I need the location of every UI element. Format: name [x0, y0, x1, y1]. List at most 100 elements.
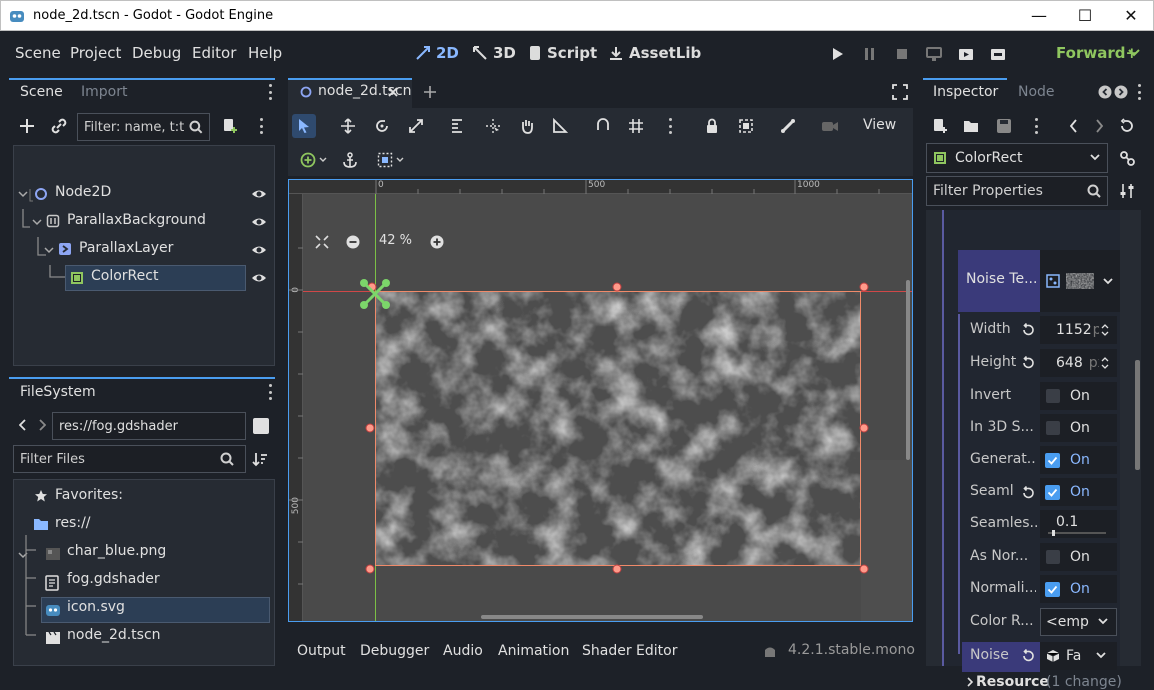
- menu-editor[interactable]: Editor: [192, 44, 236, 62]
- instance-scene-icon[interactable]: [51, 118, 67, 134]
- attach-script-icon[interactable]: [222, 118, 238, 134]
- prop-in3d-toggle[interactable]: On: [1040, 414, 1117, 442]
- spinner-arrows-icon[interactable]: [1101, 356, 1109, 370]
- save-icon[interactable]: [996, 118, 1012, 134]
- minimize-button[interactable]: —: [1028, 5, 1050, 27]
- view-menu[interactable]: View: [863, 117, 896, 133]
- scene-dock-menu-icon[interactable]: [268, 84, 272, 100]
- tab-import[interactable]: Import: [81, 84, 127, 100]
- renderer-selector[interactable]: Forward+: [1056, 44, 1138, 62]
- mode-3d-button[interactable]: 3D: [472, 44, 516, 62]
- play-icon[interactable]: [832, 47, 844, 61]
- horizontal-scrollbar[interactable]: [481, 615, 703, 619]
- anchor-button[interactable]: [338, 148, 362, 172]
- bottom-tab-output[interactable]: Output: [297, 643, 346, 659]
- tab-inspector[interactable]: Inspector: [933, 84, 998, 100]
- revert-icon[interactable]: [1021, 323, 1035, 337]
- prop-seamless-blend-slider[interactable]: 0.1: [1040, 510, 1117, 538]
- play-scene-icon[interactable]: [958, 46, 974, 62]
- bottom-tab-animation[interactable]: Animation: [498, 643, 569, 659]
- collapse-arrow-icon[interactable]: [32, 217, 42, 227]
- split-view-icon[interactable]: [253, 418, 269, 434]
- play-custom-scene-icon[interactable]: [990, 46, 1006, 62]
- pivot-button[interactable]: [481, 114, 505, 138]
- ruler-mode-button[interactable]: [548, 114, 572, 138]
- sort-icon[interactable]: [252, 451, 268, 467]
- resource-section-label[interactable]: Resource: [976, 674, 1049, 690]
- tab-scene[interactable]: Scene: [20, 84, 63, 100]
- canvas-viewport[interactable]: 0 500 1000 0 500: [288, 179, 913, 622]
- menu-project[interactable]: Project: [70, 44, 121, 62]
- zoom-out-icon[interactable]: [346, 235, 360, 249]
- filesystem-path-input[interactable]: res://fog.gdshader: [52, 412, 246, 440]
- history-back-icon[interactable]: [1070, 119, 1078, 133]
- favorites-label[interactable]: Favorites:: [55, 487, 123, 503]
- inspector-menu-icon[interactable]: [1137, 84, 1141, 100]
- history-forward-icon[interactable]: [1095, 119, 1103, 133]
- grid-snap-button[interactable]: [624, 114, 648, 138]
- remote-debug-icon[interactable]: [926, 46, 942, 62]
- close-window-button[interactable]: ✕: [1120, 5, 1142, 27]
- visibility-eye-icon[interactable]: [251, 214, 267, 230]
- prop-color-ramp-picker[interactable]: <emp: [1040, 608, 1117, 636]
- revert-icon[interactable]: [1021, 356, 1035, 370]
- filesystem-menu-icon[interactable]: [268, 384, 272, 400]
- pan-mode-button[interactable]: [515, 114, 539, 138]
- lock-button[interactable]: [700, 114, 724, 138]
- visibility-eye-icon[interactable]: [251, 186, 267, 202]
- chevron-down-icon[interactable]: [1128, 49, 1140, 57]
- history-icon[interactable]: [1119, 118, 1135, 134]
- rotate-mode-button[interactable]: [370, 114, 394, 138]
- menu-debug[interactable]: Debug: [132, 44, 181, 62]
- prop-seamless-toggle[interactable]: On: [1040, 478, 1117, 506]
- tree-node-colorrect[interactable]: ColorRect: [91, 268, 158, 284]
- maximize-button[interactable]: ☐: [1074, 5, 1096, 27]
- spinner-arrows-icon[interactable]: [1101, 323, 1109, 337]
- list-select-button[interactable]: [446, 114, 470, 138]
- snap-options-icon[interactable]: [668, 118, 672, 134]
- scale-mode-button[interactable]: [404, 114, 428, 138]
- file-icon-svg[interactable]: icon.svg: [67, 599, 125, 615]
- noise-texture-preview[interactable]: [1040, 250, 1120, 312]
- bottom-tab-shader-editor[interactable]: Shader Editor: [582, 643, 677, 659]
- tree-node-parallaxbackground[interactable]: ParallaxBackground: [67, 212, 206, 228]
- scene-filter-input[interactable]: Filter: name, t:t: [77, 113, 210, 141]
- group-button[interactable]: [734, 114, 758, 138]
- revert-icon[interactable]: [1021, 486, 1035, 500]
- mode-assetlib-button[interactable]: AssetLib: [608, 44, 701, 62]
- select-mode-button[interactable]: [292, 114, 316, 138]
- object-properties-icon[interactable]: [1118, 149, 1136, 167]
- scene-more-icon[interactable]: [259, 118, 263, 134]
- stop-icon[interactable]: [896, 47, 908, 61]
- prop-generate-toggle[interactable]: On: [1040, 446, 1117, 474]
- visibility-eye-icon[interactable]: [251, 270, 267, 286]
- zoom-level[interactable]: 42 %: [379, 233, 412, 248]
- bottom-tab-debugger[interactable]: Debugger: [360, 643, 429, 659]
- forward-arrow-icon[interactable]: [38, 419, 46, 431]
- open-folder-icon[interactable]: [963, 118, 979, 134]
- file-char-blue[interactable]: char_blue.png: [67, 543, 166, 559]
- selection-handles[interactable]: [359, 275, 879, 581]
- folder-res[interactable]: res://: [55, 515, 91, 531]
- menu-help[interactable]: Help: [248, 44, 282, 62]
- file-node-2d-tscn[interactable]: node_2d.tscn: [67, 627, 161, 643]
- tree-node-node2d[interactable]: Node2D: [55, 184, 111, 200]
- layout-presets-button[interactable]: [372, 148, 408, 172]
- pause-icon[interactable]: [864, 47, 876, 61]
- camera-override-button[interactable]: [818, 114, 842, 138]
- resource-menu-icon[interactable]: [1034, 118, 1038, 134]
- prop-noise-picker[interactable]: Fa: [1040, 642, 1117, 670]
- bottom-tab-audio[interactable]: Audio: [443, 643, 483, 659]
- mode-2d-button[interactable]: 2D: [415, 44, 459, 62]
- new-tab-icon[interactable]: [423, 85, 437, 99]
- prop-height-value[interactable]: 648 px: [1040, 349, 1117, 377]
- prev-dock-icon[interactable]: [1098, 85, 1112, 99]
- zoom-in-icon[interactable]: [430, 235, 444, 249]
- anchor-gizmo-icon[interactable]: [359, 278, 391, 310]
- add-node-icon[interactable]: [19, 118, 35, 134]
- inspector-scrollbar[interactable]: [1135, 360, 1140, 470]
- object-selector[interactable]: ColorRect: [926, 143, 1108, 173]
- visibility-eye-icon[interactable]: [251, 242, 267, 258]
- property-filter-input[interactable]: Filter Properties: [926, 176, 1108, 206]
- file-fog-gdshader[interactable]: fog.gdshader: [67, 571, 160, 587]
